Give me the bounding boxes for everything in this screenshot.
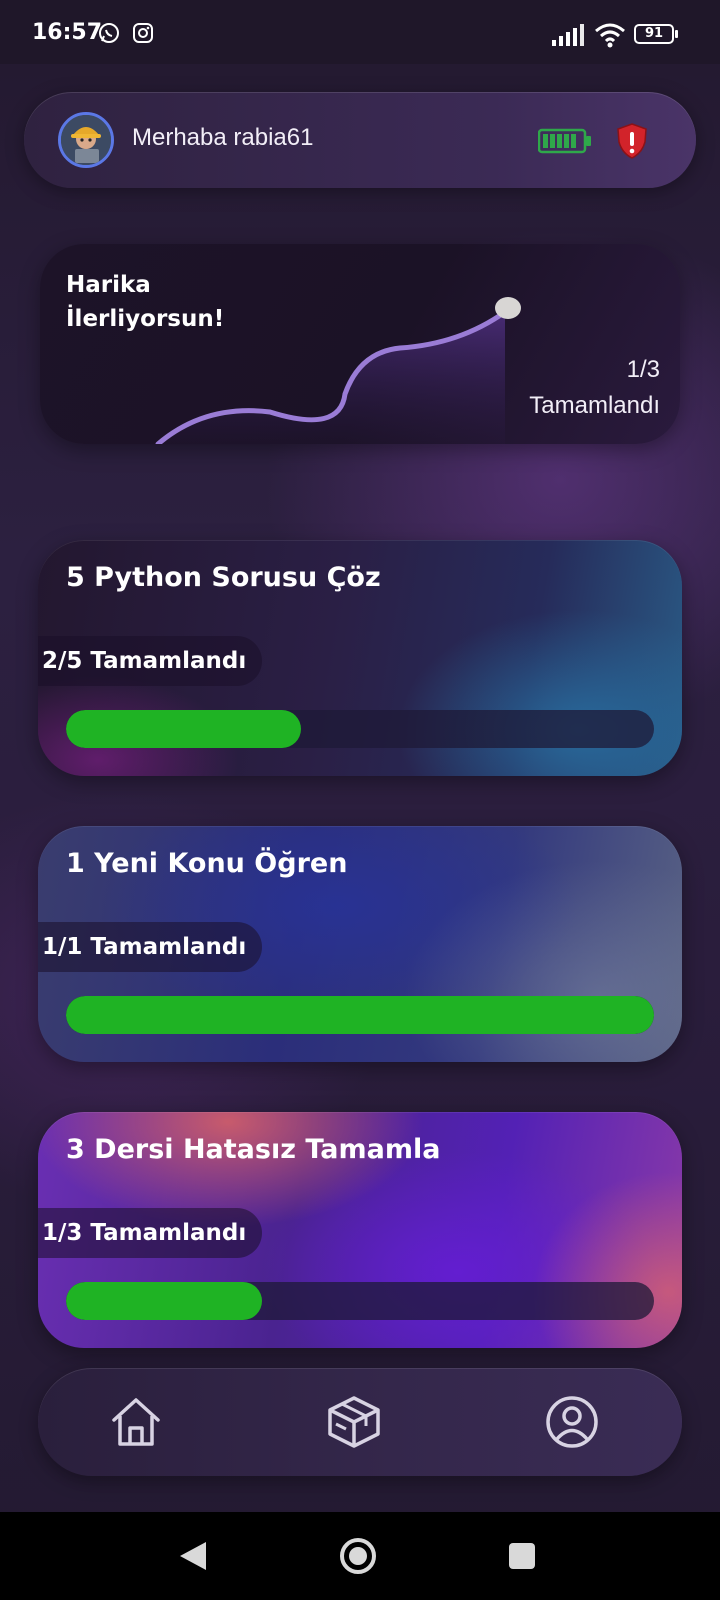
status-time: 16:57 [32, 20, 103, 45]
task-progress-fill [66, 1282, 262, 1320]
home-circle-icon[interactable] [338, 1536, 378, 1576]
task-progress-label: 2/5 Tamamlandı [38, 636, 263, 686]
box-icon[interactable] [326, 1394, 382, 1450]
progress-summary-card: Harika İlerliyorsun! 1/3 Tamamlandı [40, 244, 680, 444]
task-progress-fill [66, 710, 302, 748]
task-progress-bar [66, 710, 654, 748]
header-bar: Merhaba rabia61 [24, 92, 696, 188]
greeting-text: Merhaba rabia61 [132, 124, 314, 151]
instagram-icon [133, 23, 153, 43]
profile-icon[interactable] [544, 1394, 600, 1450]
wifi-icon [595, 23, 625, 48]
task-card-python[interactable]: 5 Python Sorusu Çöz 2/5 Tamamlandı [38, 540, 682, 776]
task-progress-bar [66, 996, 654, 1034]
recents-icon[interactable] [508, 1542, 536, 1570]
home-icon[interactable] [108, 1394, 164, 1450]
task-title: 5 Python Sorusu Çöz [66, 562, 381, 593]
task-progress-bar [66, 1282, 654, 1320]
bottom-nav [38, 1368, 682, 1476]
task-title: 3 Dersi Hatasız Tamamla [66, 1134, 441, 1165]
summary-count: 1/3 Tamamlandı [529, 352, 660, 424]
task-title: 1 Yeni Konu Öğren [66, 848, 348, 879]
energy-battery-icon [538, 128, 591, 154]
summary-status: Tamamlandı [529, 392, 660, 419]
system-nav-bar [0, 1512, 720, 1600]
battery-level: 91 [644, 26, 664, 41]
signal-icon [552, 24, 584, 46]
shield-alert-icon[interactable] [614, 122, 650, 160]
back-icon[interactable] [178, 1540, 208, 1572]
task-card-new-topic[interactable]: 1 Yeni Konu Öğren 1/1 Tamamlandı [38, 826, 682, 1062]
whatsapp-icon [99, 23, 119, 43]
task-progress-label: 1/1 Tamamlandı [38, 922, 263, 972]
status-bar: 16:57 91 [0, 0, 720, 64]
task-card-lessons[interactable]: 3 Dersi Hatasız Tamamla 1/3 Tamamlandı [38, 1112, 682, 1348]
battery-icon: 91 [634, 24, 678, 44]
summary-count-value: 1/3 [626, 356, 660, 383]
task-progress-fill [66, 996, 654, 1034]
task-progress-label: 1/3 Tamamlandı [38, 1208, 263, 1258]
avatar[interactable] [58, 112, 114, 168]
summary-title: Harika İlerliyorsun! [66, 272, 225, 332]
